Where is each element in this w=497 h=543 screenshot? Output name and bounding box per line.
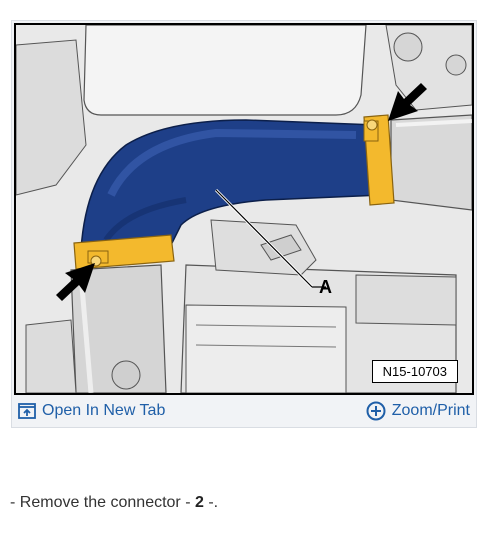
instruction-text: Remove the connector - [19,494,191,511]
callout-label: A [319,277,332,297]
zoom-plus-icon [366,401,386,421]
open-in-new-tab-button[interactable]: Open In New Tab [14,402,169,420]
zoom-print-button[interactable]: Zoom/Print [362,401,474,421]
open-in-new-tab-label: Open In New Tab [42,402,166,419]
figure-code: N15-10703 [371,360,458,383]
instruction-step: - Remove the connector - 2 -. [10,494,218,512]
figure-toolbar: Open In New Tab Zoom/Print [14,397,474,425]
zoom-print-label: Zoom/Print [391,402,470,419]
instruction-suffix: -. [208,494,219,511]
instruction-bullet: - [10,494,16,511]
hose-diagram: A [16,25,472,393]
engine-illustration: A N15-10703 [14,23,474,395]
figure-card: A N15-10703 Open In New Tab Zoom/Print [11,20,477,428]
part-number: 2 [194,494,204,511]
open-in-new-tab-icon [18,403,36,419]
